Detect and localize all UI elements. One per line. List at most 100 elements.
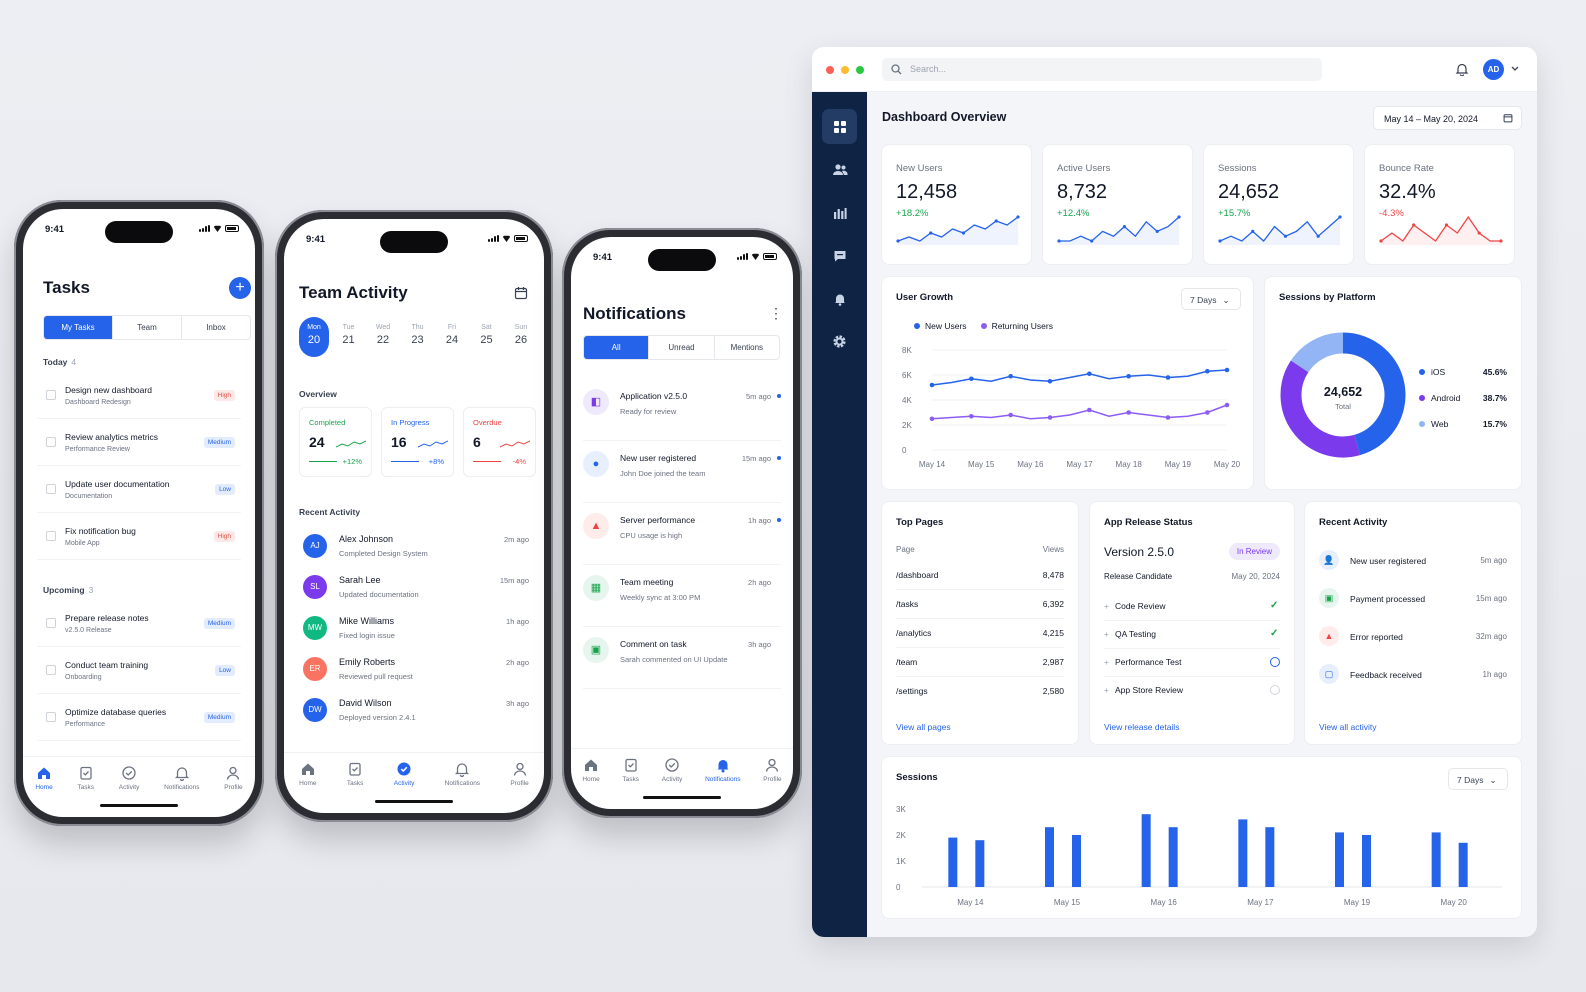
day-sun[interactable]: Sun 26 [506,317,536,357]
task-checkbox[interactable] [46,484,56,494]
tab-team[interactable]: Team [112,316,181,339]
activity-row[interactable]: ▢ Feedback received 1h ago [1319,662,1507,686]
table-row[interactable]: /dashboard 8,478 [896,570,1064,590]
release-step[interactable]: + Code Review ✓ [1104,601,1280,621]
search-input[interactable]: Search... [882,58,1322,81]
activity-row[interactable]: SL Sarah Lee Updated documentation 15m ago [299,572,529,608]
task-row[interactable]: Conduct team training Onboarding Low [37,650,241,694]
view-all-pages-link[interactable]: View all pages [896,722,951,732]
day-number: 26 [514,334,528,346]
close-dot[interactable] [826,66,834,74]
nav-dashboard[interactable] [822,109,857,144]
tab-notifications[interactable]: Notifications [705,757,740,783]
activity-row[interactable]: MW Mike Williams Fixed login issue 1h ago [299,613,529,649]
maximize-dot[interactable] [856,66,864,74]
tab-profile[interactable]: Profile [763,757,782,783]
notification-item[interactable]: ▣ Comment on task Sarah commented on UI Up… [583,633,781,689]
tab-notifications[interactable]: Notifications [164,765,199,791]
tab-activity[interactable]: Activity [394,761,414,787]
stat-delta: +12% [342,457,362,466]
more-menu-icon[interactable]: ⋮ [769,305,783,322]
y-tick-label: 0 [902,446,907,455]
home-indicator [375,800,453,803]
tab-home[interactable]: Home [582,757,600,783]
tab-activity[interactable]: Activity [119,765,139,791]
kpi-value: 24,652 [1218,181,1280,203]
table-row[interactable]: /tasks 6,392 [896,599,1064,619]
avatar[interactable]: AD [1483,59,1504,80]
view-release-details-link[interactable]: View release details [1104,722,1179,732]
notification-item[interactable]: ● New user registered John Doe joined the … [583,447,781,503]
task-row[interactable]: Review analytics metrics Performance Revi… [37,422,241,466]
notification-item[interactable]: ▦ Team meeting Weekly sync at 3:00 PM 2h ag… [583,571,781,627]
release-status-badge: In Review [1228,543,1280,560]
view-all-activity-link[interactable]: View all activity [1319,722,1376,732]
day-wed[interactable]: Wed 22 [368,317,398,357]
tab-home[interactable]: Home [299,761,317,787]
tab-tasks[interactable]: Tasks [622,757,639,783]
home-icon [585,759,598,771]
task-row[interactable]: Prepare release notes v2.5.0 Release Mediu… [37,603,241,647]
filter-all[interactable]: All [584,336,649,359]
day-thu[interactable]: Thu 23 [403,317,433,357]
add-task-button[interactable]: + [229,277,251,299]
activity-time: 3h ago [506,699,529,708]
minimize-dot[interactable] [841,66,849,74]
tab-home[interactable]: Home [35,765,53,791]
legend-item: Android 38.7% [1419,393,1507,403]
notification-item[interactable]: ◧ Application v2.5.0 Ready for review 5m ag… [583,385,781,441]
task-row[interactable]: Optimize database queries Performance Medi… [37,697,241,741]
task-title: Optimize database queries [65,707,167,717]
tab-my-tasks[interactable]: My Tasks [44,316,112,339]
day-mon[interactable]: Mon 20 [299,317,329,357]
nav-settings[interactable] [822,324,857,359]
activity-row[interactable]: ▲ Error reported 32m ago [1319,624,1507,648]
tab-notifications[interactable]: Notifications [445,761,480,787]
task-row[interactable]: Update user documentation Documentation Lo… [37,469,241,513]
tab-inbox[interactable]: Inbox [181,316,250,339]
day-tue[interactable]: Tue 21 [334,317,364,357]
activity-row[interactable]: ▣ Payment processed 15m ago [1319,586,1507,610]
bell-icon[interactable] [1455,62,1469,76]
legend-item: iOS 45.6% [1419,367,1507,377]
nav-users[interactable] [822,152,857,187]
release-step[interactable]: + App Store Review [1104,685,1280,704]
tab-tasks[interactable]: Tasks [77,765,94,791]
task-checkbox[interactable] [46,531,56,541]
filter-mentions[interactable]: Mentions [713,336,779,359]
activity-row[interactable]: DW David Wilson Deployed version 2.4.1 3h a… [299,695,529,731]
task-checkbox[interactable] [46,390,56,400]
table-row[interactable]: /analytics 4,215 [896,628,1064,648]
nav-messages[interactable] [822,238,857,273]
nav-analytics[interactable] [822,195,857,230]
sessions-bar-chart: 0 1K 2K 3K May 14 May 15 May 16 May 17 May 19 May… [896,805,1502,907]
tab-label: Home [582,776,600,783]
day-fri[interactable]: Fri 24 [437,317,467,357]
tab-tasks[interactable]: Tasks [347,761,363,787]
tab-activity[interactable]: Activity [662,757,682,783]
activity-row[interactable]: 👤 New user registered 5m ago [1319,548,1507,572]
day-sat[interactable]: Sat 25 [472,317,502,357]
release-step[interactable]: + QA Testing ✓ [1104,629,1280,649]
table-row[interactable]: /team 2,987 [896,657,1064,677]
date-range-picker[interactable]: May 14 – May 20, 2024 [1373,106,1522,130]
filter-unread[interactable]: Unread [648,336,713,359]
chevron-down-icon[interactable] [1511,66,1519,72]
task-checkbox[interactable] [46,437,56,447]
range-dropdown[interactable]: 7 Days ⌄ [1448,768,1508,790]
activity-row[interactable]: ER Emily Roberts Reviewed pull request 2h a… [299,654,529,690]
activity-row[interactable]: AJ Alex Johnson Completed Design System 2m … [299,531,529,567]
nav-notifications[interactable] [822,281,857,316]
calendar-icon[interactable] [514,286,528,300]
release-step[interactable]: + Performance Test [1104,657,1280,677]
tab-profile[interactable]: Profile [510,761,529,787]
task-row[interactable]: Fix notification bug Mobile App High [37,516,241,560]
notification-item[interactable]: ▲ Server performance CPU usage is high 1h a… [583,509,781,565]
task-row[interactable]: Design new dashboard Dashboard Redesign Hi… [37,375,241,419]
task-checkbox[interactable] [46,618,56,628]
task-checkbox[interactable] [46,712,56,722]
task-checkbox[interactable] [46,665,56,675]
table-row[interactable]: /settings 2,580 [896,686,1064,705]
range-dropdown[interactable]: 7 Days ⌄ [1181,288,1241,310]
tab-profile[interactable]: Profile [224,765,243,791]
